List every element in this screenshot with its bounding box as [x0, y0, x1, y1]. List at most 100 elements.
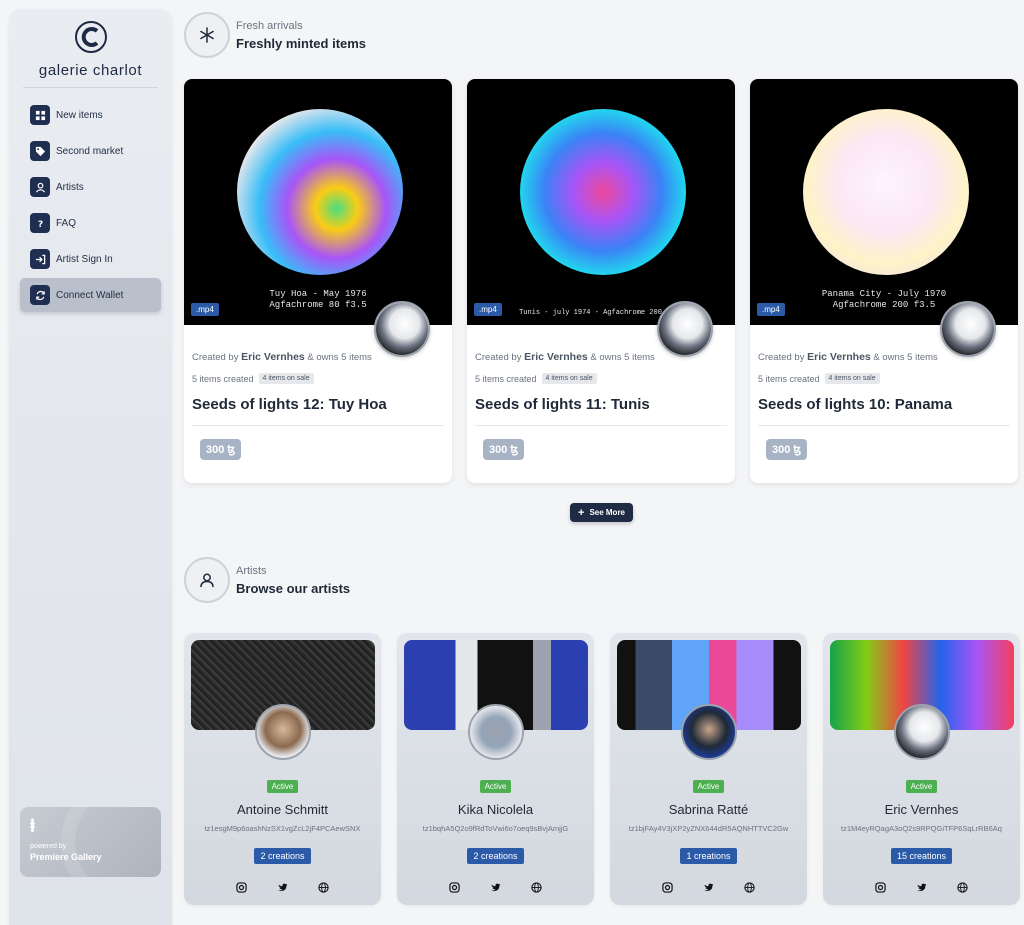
artist-link[interactable]: Eric Vernhes	[524, 351, 588, 363]
creations-label: 15 creations	[890, 848, 953, 864]
twitter-icon[interactable]	[703, 882, 714, 893]
artist-link[interactable]: Eric Vernhes	[807, 351, 871, 363]
sidebar-item-second-market[interactable]: Second market	[20, 134, 161, 168]
item-title[interactable]: Seeds of lights 10: Panama	[758, 396, 1010, 413]
item-card[interactable]: Tunis - july 1974 - Agfachrome 200 f3.5 …	[467, 79, 735, 483]
item-cards: Tuy Hoa - May 1976 Agfachrome 80 f3.5 .m…	[184, 79, 1018, 483]
creations-label: 1 creations	[680, 848, 737, 864]
artist-card[interactable]: Active Eric Vernhes tz1M4eyRQagA3oQ2s9RP…	[823, 633, 1020, 905]
brand[interactable]: galerie charlot	[9, 9, 172, 79]
on-sale-badge: 4 items on sale	[824, 373, 880, 384]
sidebar-item-label: Second market	[56, 145, 124, 157]
artwork-image	[237, 109, 403, 275]
artist-avatar[interactable]	[374, 301, 430, 357]
creations-badge[interactable]: 2 creations	[184, 846, 381, 864]
sidebar-nav: New items Second market Artists ? FAQ Ar…	[9, 98, 172, 312]
instagram-icon[interactable]	[236, 882, 247, 893]
globe-icon[interactable]	[957, 882, 968, 893]
grid-icon	[30, 105, 50, 125]
format-badge: .mp4	[474, 303, 502, 316]
plus-icon: +	[578, 506, 585, 519]
artist-name[interactable]: Kika Nicolela	[397, 802, 594, 817]
svg-text:?: ?	[37, 219, 42, 229]
artist-card[interactable]: Active Sabrina Ratté tz1bjFAy4V3jXP2yZNX…	[610, 633, 807, 905]
sidebar-item-artist-sign-in[interactable]: Artist Sign In	[20, 242, 161, 276]
creations-badge[interactable]: 15 creations	[823, 846, 1020, 864]
artist-link[interactable]: Eric Vernhes	[241, 351, 305, 363]
sidebar-item-artists[interactable]: Artists	[20, 170, 161, 204]
globe-icon[interactable]	[318, 882, 329, 893]
item-card[interactable]: Panama City - July 1970 Agfachrome 200 f…	[750, 79, 1018, 483]
fresh-arrivals-header: Fresh arrivals Freshly minted items	[184, 12, 366, 58]
item-media[interactable]: Tuy Hoa - May 1976 Agfachrome 80 f3.5 .m…	[184, 79, 452, 325]
social-links	[823, 882, 1020, 893]
twitter-icon[interactable]	[916, 882, 927, 893]
creations-badge[interactable]: 1 creations	[610, 846, 807, 864]
divider	[475, 425, 727, 426]
wallet-address: tz1esgM9p6oashNzSX1vgZcL2jF4PCAewSNX	[204, 824, 361, 833]
owns-count: & owns 5 items	[307, 352, 372, 363]
created-prefix: Created by	[192, 352, 239, 363]
artist-avatar[interactable]	[681, 704, 737, 760]
sidebar-item-label: New items	[56, 109, 103, 121]
artist-name[interactable]: Eric Vernhes	[823, 802, 1020, 817]
artist-name[interactable]: Sabrina Ratté	[610, 802, 807, 817]
globe-icon[interactable]	[744, 882, 755, 893]
avatar-image	[942, 303, 994, 355]
artist-avatar[interactable]	[894, 704, 950, 760]
artist-avatar[interactable]	[940, 301, 996, 357]
twitter-icon[interactable]	[277, 882, 288, 893]
item-stats: 5 items created 4 items on sale	[475, 373, 727, 384]
artist-avatar[interactable]	[468, 704, 524, 760]
social-links	[610, 882, 807, 893]
powered-by-card[interactable]: ⱡ powered by Premiere Gallery	[20, 807, 161, 877]
status-badge: Active	[184, 776, 381, 794]
instagram-icon[interactable]	[875, 882, 886, 893]
price-badge[interactable]: 300 ꜩ	[766, 439, 808, 460]
see-more-button[interactable]: + See More	[570, 503, 634, 522]
galerie-logo-icon	[74, 21, 107, 53]
avatar-image	[376, 303, 428, 355]
sidebar-item-new-items[interactable]: New items	[20, 98, 161, 132]
item-media[interactable]: Panama City - July 1970 Agfachrome 200 f…	[750, 79, 1018, 325]
item-media[interactable]: Tunis - july 1974 - Agfachrome 200 f3.5 …	[467, 79, 735, 325]
items-created: 5 items created	[192, 373, 254, 384]
sidebar-item-faq[interactable]: ? FAQ	[20, 206, 161, 240]
item-title[interactable]: Seeds of lights 12: Tuy Hoa	[192, 396, 444, 413]
sidebar: galerie charlot New items Second market …	[9, 9, 172, 925]
section-title: Browse our artists	[236, 580, 351, 596]
artist-avatar[interactable]	[255, 704, 311, 760]
status-label: Active	[905, 780, 938, 793]
refresh-icon	[30, 285, 50, 305]
items-created: 5 items created	[475, 373, 537, 384]
price-badge[interactable]: 300 ꜩ	[483, 439, 525, 460]
creations-badge[interactable]: 2 creations	[397, 846, 594, 864]
social-links	[397, 882, 594, 893]
artwork-image	[803, 109, 969, 275]
instagram-icon[interactable]	[449, 882, 460, 893]
status-badge: Active	[397, 776, 594, 794]
items-created: 5 items created	[758, 373, 820, 384]
status-label: Active	[479, 780, 512, 793]
artist-name[interactable]: Antoine Schmitt	[184, 802, 381, 817]
price-badge[interactable]: 300 ꜩ	[200, 439, 242, 460]
see-more-label: See More	[589, 508, 626, 517]
wallet-address: tz1bjFAy4V3jXP2yZNX644dR5AQNHTTVC2Gw	[628, 824, 789, 833]
brand-name: galerie charlot	[38, 62, 143, 79]
artist-card[interactable]: Active Kika Nicolela tz1bqhA5Q2o9fRdToVw…	[397, 633, 594, 905]
artist-card[interactable]: Active Antoine Schmitt tz1esgM9p6oashNzS…	[184, 633, 381, 905]
sidebar-item-connect-wallet[interactable]: Connect Wallet	[20, 278, 161, 312]
item-card[interactable]: Tuy Hoa - May 1976 Agfachrome 80 f3.5 .m…	[184, 79, 452, 483]
sidebar-item-label: FAQ	[56, 217, 77, 229]
instagram-icon[interactable]	[662, 882, 673, 893]
section-kicker: Fresh arrivals	[236, 19, 303, 32]
artist-avatar[interactable]	[657, 301, 713, 357]
item-title[interactable]: Seeds of lights 11: Tunis	[475, 396, 727, 413]
globe-icon[interactable]	[531, 882, 542, 893]
status-badge: Active	[610, 776, 807, 794]
creations-label: 2 creations	[467, 848, 524, 864]
twitter-icon[interactable]	[490, 882, 501, 893]
avatar-image	[659, 303, 711, 355]
sidebar-item-label: Connect Wallet	[56, 289, 124, 301]
caption-line: Tuy Hoa - May 1976	[269, 289, 367, 299]
